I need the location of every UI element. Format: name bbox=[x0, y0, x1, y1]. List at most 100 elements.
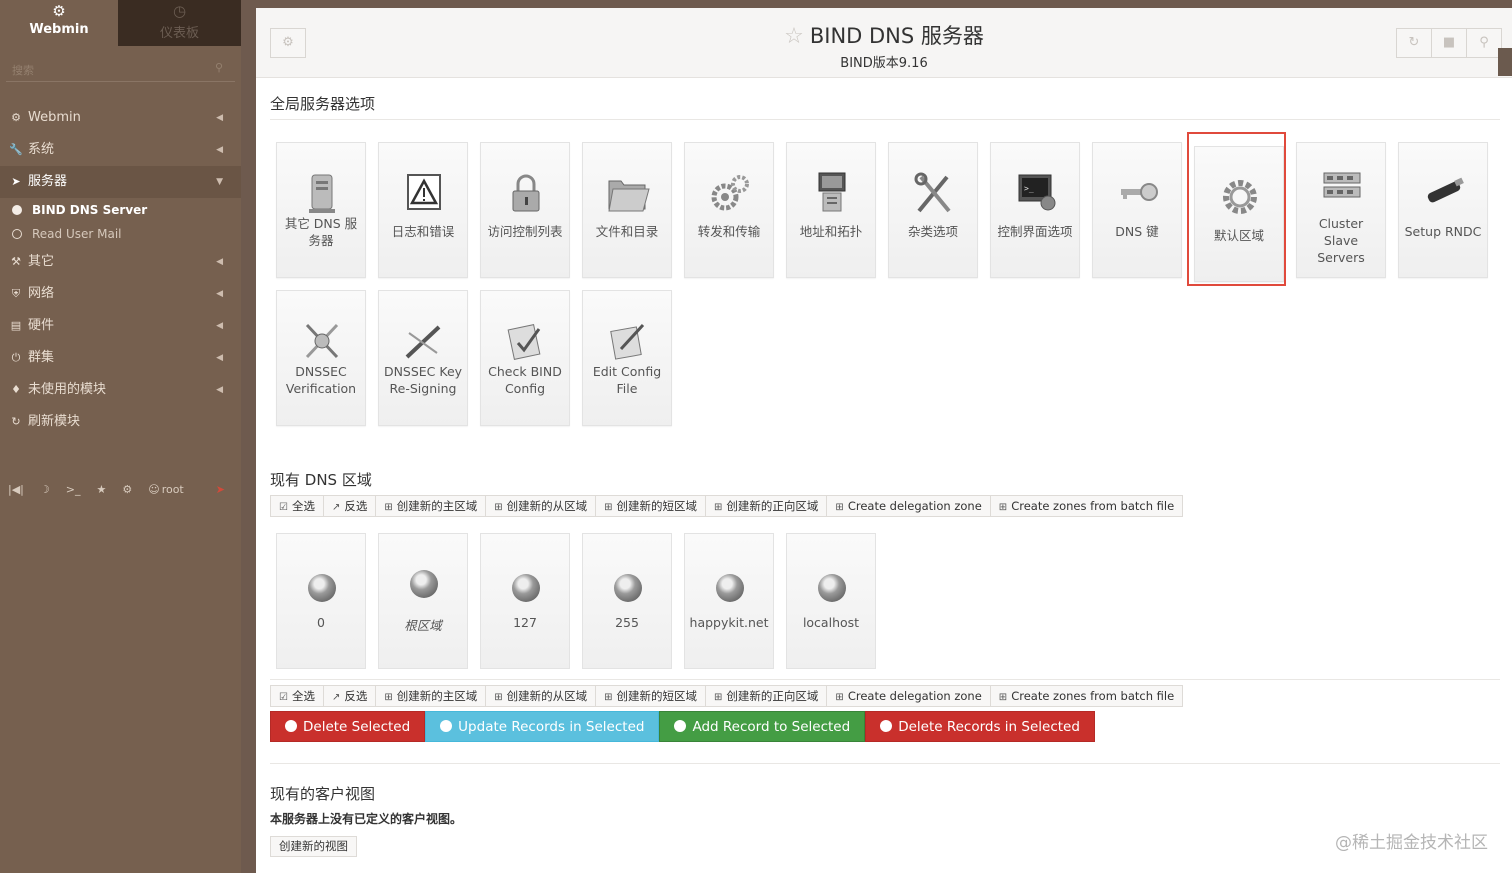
create-master-zone-button[interactable]: ⊞ 创建新的主区域 bbox=[376, 496, 487, 516]
icon-label: 转发和传输 bbox=[697, 224, 761, 239]
logout-icon[interactable]: ➤ bbox=[216, 483, 225, 496]
icon-address-topology[interactable]: 地址和拓扑 bbox=[786, 142, 876, 278]
zone-item[interactable]: 255 bbox=[582, 533, 672, 669]
collapse-icon[interactable]: |◀| bbox=[8, 483, 24, 496]
zone-item[interactable]: 0 bbox=[276, 533, 366, 669]
create-stub-zone-button[interactable]: ⊞ 创建新的短区域 bbox=[596, 496, 707, 516]
sidebar-item-refresh[interactable]: ↻ 刷新模块 bbox=[0, 406, 241, 438]
zone-label: 127 bbox=[513, 615, 537, 630]
zone-item[interactable]: 127 bbox=[480, 533, 570, 669]
sidebar-item-hardware[interactable]: ▤ 硬件 ◀ bbox=[0, 310, 241, 342]
sidebar-item-cluster[interactable]: ⏻ 群集 ◀ bbox=[0, 342, 241, 374]
icon-forwarding[interactable]: 转发和传输 bbox=[684, 142, 774, 278]
share-icon: ↗ bbox=[331, 692, 341, 703]
add-record-button[interactable]: Add Record to Selected bbox=[659, 711, 866, 742]
radio-filled-icon bbox=[12, 205, 22, 215]
icon-label: Check BIND Config bbox=[488, 364, 562, 396]
sidebar-item-others[interactable]: ⚒ 其它 ◀ bbox=[0, 246, 241, 278]
caret-left-icon: ◀ bbox=[216, 113, 223, 123]
plus-square-icon: ⊞ bbox=[998, 692, 1008, 703]
plus-square-icon: ⊞ bbox=[714, 692, 723, 703]
tab-webmin[interactable]: ⚙ Webmin bbox=[0, 0, 118, 46]
settings-icon[interactable]: ⚙ bbox=[122, 483, 132, 496]
user-button[interactable]: ☺ root bbox=[148, 483, 200, 496]
icon-dnssec-verification[interactable]: DNSSEC Verification bbox=[276, 290, 366, 426]
sidebar-subitem-label: Read User Mail bbox=[32, 227, 122, 241]
plus-square-icon: ⊞ bbox=[604, 692, 613, 703]
zone-item[interactable]: happykit.net bbox=[684, 533, 774, 669]
icon-files-dirs[interactable]: 文件和目录 bbox=[582, 142, 672, 278]
create-batch-zones-button[interactable]: ⊞ Create zones from batch file bbox=[991, 686, 1182, 706]
icon-dnssec-resign[interactable]: DNSSEC Key Re-Signing bbox=[378, 290, 468, 426]
shield-icon: ⛨ bbox=[11, 287, 21, 300]
star-icon[interactable]: ★ bbox=[96, 483, 106, 496]
tab-dashboard[interactable]: ◷ 仪表板 bbox=[118, 0, 241, 46]
create-forward-zone-button[interactable]: ⊞ 创建新的正向区域 bbox=[706, 686, 828, 706]
drive-icon: ▤ bbox=[10, 319, 22, 332]
create-batch-zones-button[interactable]: ⊞ Create zones from batch file bbox=[991, 496, 1182, 516]
puzzle-icon: ♦ bbox=[11, 383, 21, 396]
icon-label: 访问控制列表 bbox=[487, 224, 563, 239]
page-title: ☆ BIND DNS 服务器 bbox=[256, 20, 1512, 50]
server-icon bbox=[309, 174, 335, 213]
icon-control-interface[interactable]: >_ 控制界面选项 bbox=[990, 142, 1080, 278]
sidebar-subitem-bind-dns[interactable]: BIND DNS Server bbox=[0, 198, 241, 222]
icon-acl[interactable]: 访问控制列表 bbox=[480, 142, 570, 278]
moon-icon[interactable]: ☽ bbox=[40, 483, 50, 496]
zone-item[interactable]: localhost bbox=[786, 533, 876, 669]
icon-misc-options[interactable]: 杂类选项 bbox=[888, 142, 978, 278]
create-delegation-zone-button[interactable]: ⊞ Create delegation zone bbox=[827, 496, 991, 516]
button-label: 创建新的从区域 bbox=[506, 689, 588, 703]
select-all-button[interactable]: ☑ 全选 bbox=[271, 496, 324, 516]
refresh-button[interactable]: ↻ bbox=[1396, 28, 1432, 58]
tools-icon bbox=[914, 172, 951, 213]
icon-cluster-slave[interactable]: Cluster Slave Servers bbox=[1296, 142, 1386, 278]
sidebar-subitem-read-mail[interactable]: Read User Mail bbox=[0, 222, 241, 246]
delete-selected-button[interactable]: Delete Selected bbox=[270, 711, 426, 742]
right-panel-toggle[interactable] bbox=[1498, 48, 1512, 76]
favorite-star-icon[interactable]: ☆ bbox=[784, 24, 804, 49]
user-name: root bbox=[161, 482, 184, 496]
create-delegation-zone-button[interactable]: ⊞ Create delegation zone bbox=[827, 686, 991, 706]
create-slave-zone-button[interactable]: ⊞ 创建新的从区域 bbox=[486, 686, 597, 706]
plus-square-icon: ⊞ bbox=[998, 502, 1008, 513]
sidebar-item-webmin[interactable]: ⚙ Webmin ◀ bbox=[0, 102, 241, 134]
svg-text:>_: >_ bbox=[1024, 184, 1034, 193]
sidebar-item-servers[interactable]: ➤ 服务器 ▼ bbox=[0, 166, 241, 198]
icon-logs-errors[interactable]: 日志和错误 bbox=[378, 142, 468, 278]
update-records-button[interactable]: Update Records in Selected bbox=[425, 711, 660, 742]
create-view-button[interactable]: 创建新的视图 bbox=[270, 836, 357, 857]
views-empty-note: 本服务器上没有已定义的客户视图。 bbox=[270, 812, 463, 826]
create-stub-zone-button[interactable]: ⊞ 创建新的短区域 bbox=[596, 686, 707, 706]
icon-edit-config[interactable]: Edit Config File bbox=[582, 290, 672, 426]
sidebar-item-unused[interactable]: ♦ 未使用的模块 ◀ bbox=[0, 374, 241, 406]
terminal-icon[interactable]: >_ bbox=[66, 483, 81, 496]
select-all-button[interactable]: ☑ 全选 bbox=[271, 686, 324, 706]
globe-icon bbox=[614, 574, 642, 602]
zone-actions-bar: Delete Selected Update Records in Select… bbox=[270, 711, 1095, 742]
computer-icon bbox=[818, 172, 846, 212]
gear-icon: ⚙ bbox=[11, 111, 21, 124]
icon-label: 控制界面选项 bbox=[997, 224, 1073, 239]
create-master-zone-button[interactable]: ⊞ 创建新的主区域 bbox=[376, 686, 487, 706]
create-forward-zone-button[interactable]: ⊞ 创建新的正向区域 bbox=[706, 496, 828, 516]
icon-setup-rndc[interactable]: Setup RNDC bbox=[1398, 142, 1488, 278]
usb-key-icon bbox=[1427, 177, 1464, 203]
zone-item-root[interactable]: 根区域 bbox=[378, 533, 468, 669]
sidebar-search-input[interactable]: 搜索 ⚲ bbox=[6, 46, 235, 82]
sidebar-tabs: ⚙ Webmin ◷ 仪表板 bbox=[0, 0, 241, 46]
sidebar-item-system[interactable]: 🔧 系统 ◀ bbox=[0, 134, 241, 166]
radio-empty-icon bbox=[12, 229, 22, 239]
search-button[interactable]: ⚲ bbox=[1466, 28, 1502, 58]
delete-records-button[interactable]: Delete Records in Selected bbox=[865, 711, 1095, 742]
create-slave-zone-button[interactable]: ⊞ 创建新的从区域 bbox=[486, 496, 597, 516]
invert-selection-button[interactable]: ↗ 反选 bbox=[324, 686, 377, 706]
sidebar-item-label: Webmin bbox=[28, 110, 81, 125]
invert-selection-button[interactable]: ↗ 反选 bbox=[324, 496, 377, 516]
icon-check-config[interactable]: Check BIND Config bbox=[480, 290, 570, 426]
icon-other-dns-servers[interactable]: 其它 DNS 服务器 bbox=[276, 142, 366, 278]
caret-left-icon: ◀ bbox=[216, 257, 223, 267]
icon-dns-keys[interactable]: DNS 键 bbox=[1092, 142, 1182, 278]
sidebar-item-network[interactable]: ⛨ 网络 ◀ bbox=[0, 278, 241, 310]
stop-button[interactable]: ■ bbox=[1431, 28, 1467, 58]
